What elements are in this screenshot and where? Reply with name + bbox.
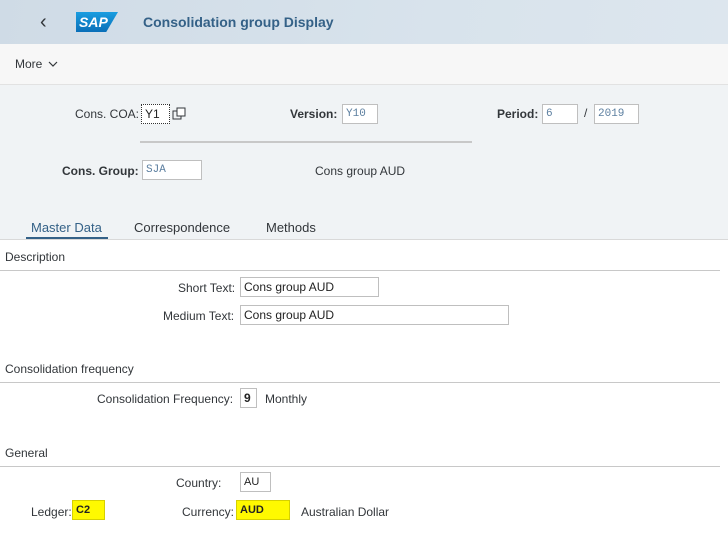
sap-logo: SAP xyxy=(76,12,118,32)
short-text-label: Short Text: xyxy=(178,281,236,295)
app-title: Consolidation group Display xyxy=(143,14,334,30)
period-label: Period: xyxy=(497,107,539,121)
section-frequency-title: Consolidation frequency xyxy=(5,362,134,376)
chevron-down-icon xyxy=(48,61,58,68)
country-field[interactable]: AU xyxy=(240,472,271,492)
medium-text-field[interactable]: Cons group AUD xyxy=(240,305,509,325)
country-label: Country: xyxy=(176,476,222,490)
section-general-title: General xyxy=(5,446,48,460)
ledger-field[interactable]: C2 xyxy=(72,500,105,520)
period-separator: / xyxy=(584,106,588,120)
ledger-label: Ledger: xyxy=(31,505,72,519)
tab-methods[interactable]: Methods xyxy=(266,220,316,235)
section-divider xyxy=(0,382,720,383)
tab-master-data[interactable]: Master Data xyxy=(31,220,102,235)
cons-group-field[interactable]: SJA xyxy=(142,160,202,180)
year-field[interactable]: 2019 xyxy=(594,104,639,124)
cons-group-label: Cons. Group: xyxy=(62,164,139,178)
short-text-field[interactable]: Cons group AUD xyxy=(240,277,379,297)
section-description-title: Description xyxy=(5,250,66,264)
tab-correspondence[interactable]: Correspondence xyxy=(134,220,230,235)
frequency-field[interactable]: 9 xyxy=(240,388,257,408)
value-help-icon[interactable] xyxy=(172,107,186,121)
shell-bar: ‹ SAP Consolidation group Display xyxy=(0,0,728,44)
frequency-label: Consolidation Frequency: xyxy=(97,392,234,406)
medium-text-label: Medium Text: xyxy=(163,309,235,323)
cons-coa-field[interactable]: Y1 xyxy=(141,104,170,124)
chevron-left-icon[interactable]: ‹ xyxy=(40,11,60,33)
tab-bar-border xyxy=(0,239,728,240)
version-label: Version: xyxy=(290,107,338,121)
header-divider xyxy=(140,141,472,143)
more-button[interactable]: More xyxy=(15,57,58,71)
section-divider xyxy=(0,270,720,271)
currency-label: Currency: xyxy=(182,505,235,519)
toolbar: More xyxy=(0,44,728,85)
currency-description: Australian Dollar xyxy=(301,505,390,519)
period-field[interactable]: 6 xyxy=(542,104,578,124)
section-divider xyxy=(0,466,720,467)
version-field[interactable]: Y10 xyxy=(342,104,378,124)
more-label: More xyxy=(15,57,43,71)
frequency-description: Monthly xyxy=(265,392,308,406)
cons-group-description: Cons group AUD xyxy=(315,164,406,178)
cons-coa-label: Cons. COA: xyxy=(75,107,140,121)
currency-field[interactable]: AUD xyxy=(236,500,290,520)
